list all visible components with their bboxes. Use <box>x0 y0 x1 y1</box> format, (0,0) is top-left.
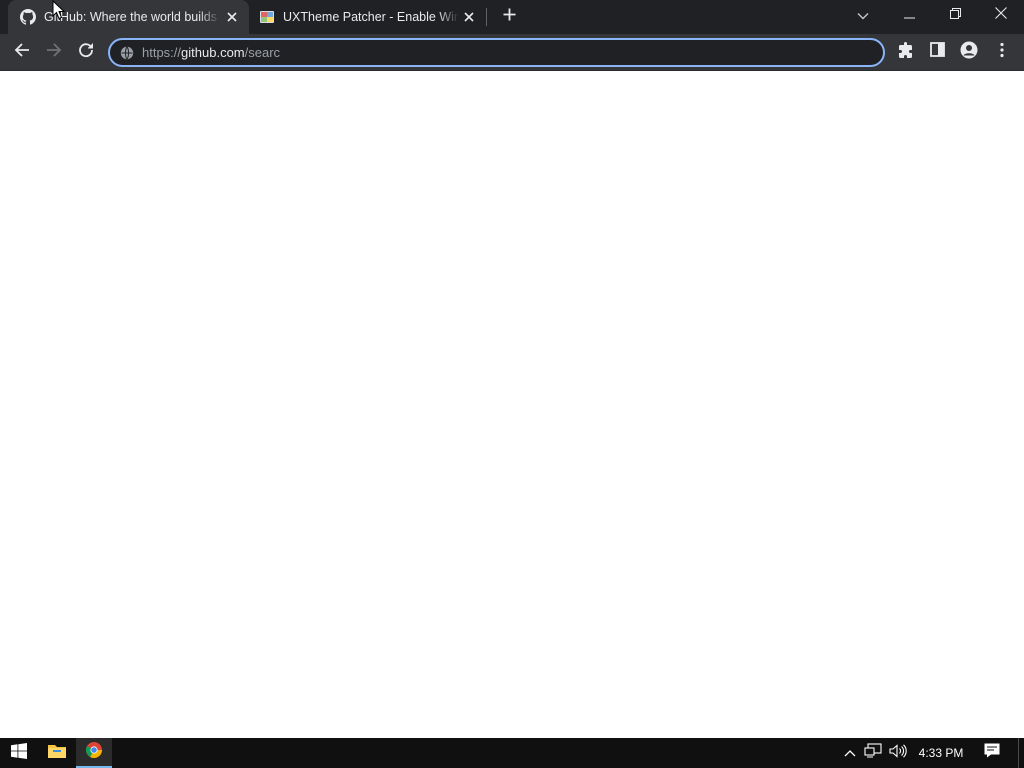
address-bar-text[interactable]: https://github.com/searc <box>142 46 280 60</box>
folder-icon <box>48 743 66 763</box>
speaker-icon <box>889 743 907 763</box>
back-arrow-icon <box>14 42 30 63</box>
browser-window: GitHub: Where the world builds software … <box>0 0 1024 738</box>
tab-uxtheme-patcher[interactable]: UXTheme Patcher - Enable Windows Themes <box>250 0 486 34</box>
minimize-button[interactable] <box>886 0 932 30</box>
side-panel-button[interactable] <box>923 38 951 66</box>
close-icon <box>995 6 1007 24</box>
extensions-button[interactable] <box>892 38 920 66</box>
tab-search-button[interactable] <box>852 6 874 26</box>
chevron-up-icon <box>844 744 856 762</box>
browser-toolbar: https://github.com/searc <box>0 34 1024 71</box>
side-panel-icon <box>929 42 945 62</box>
new-tab-button[interactable] <box>498 6 520 28</box>
taskbar: 4:33 PM <box>0 738 1024 768</box>
tab-title: UXTheme Patcher - Enable Windows Themes <box>283 10 459 24</box>
address-bar[interactable]: https://github.com/searc <box>108 38 885 67</box>
close-window-button[interactable] <box>978 0 1024 30</box>
site-info-icon[interactable] <box>119 45 135 61</box>
menu-button[interactable] <box>988 38 1016 66</box>
github-icon <box>20 9 36 25</box>
chevron-down-icon <box>857 7 869 25</box>
network-button[interactable] <box>862 738 884 768</box>
profile-button[interactable] <box>955 38 983 66</box>
chrome-icon <box>85 741 102 763</box>
network-icon <box>864 743 882 763</box>
tab-separator <box>486 8 487 26</box>
close-tab-icon[interactable] <box>462 10 476 24</box>
action-center-button[interactable] <box>976 738 1008 768</box>
reload-icon <box>78 42 94 63</box>
page-content <box>0 71 1024 738</box>
tab-title: GitHub: Where the world builds software <box>44 10 220 24</box>
show-hidden-icons-button[interactable] <box>840 738 860 768</box>
puzzle-icon <box>898 41 914 63</box>
restore-button[interactable] <box>932 0 978 30</box>
url-host: github.com <box>181 45 245 60</box>
back-button[interactable] <box>8 38 36 66</box>
windows-logo-icon <box>11 742 27 764</box>
profile-icon <box>960 41 978 64</box>
taskbar-clock[interactable]: 4:33 PM <box>912 738 970 768</box>
notification-icon <box>984 743 1000 763</box>
mouse-cursor-icon <box>52 0 66 20</box>
minimize-icon <box>903 6 915 24</box>
close-tab-icon[interactable] <box>225 10 239 24</box>
tab-strip: GitHub: Where the world builds software … <box>0 0 1024 34</box>
tab-github[interactable]: GitHub: Where the world builds software <box>8 0 249 34</box>
url-path: /searc <box>244 45 281 60</box>
url-scheme: https:// <box>142 45 182 60</box>
kebab-menu-icon <box>1000 42 1004 63</box>
plus-icon <box>503 8 516 26</box>
start-button[interactable] <box>0 738 38 768</box>
reload-button[interactable] <box>72 38 100 66</box>
restore-icon <box>949 6 961 24</box>
forward-arrow-icon <box>46 42 62 63</box>
volume-button[interactable] <box>886 738 910 768</box>
chrome-taskbar-button[interactable] <box>76 738 112 768</box>
show-desktop-button[interactable] <box>1018 738 1024 768</box>
file-explorer-taskbar-button[interactable] <box>38 738 76 768</box>
forward-button[interactable] <box>40 38 68 66</box>
uxtheme-favicon <box>259 9 275 25</box>
